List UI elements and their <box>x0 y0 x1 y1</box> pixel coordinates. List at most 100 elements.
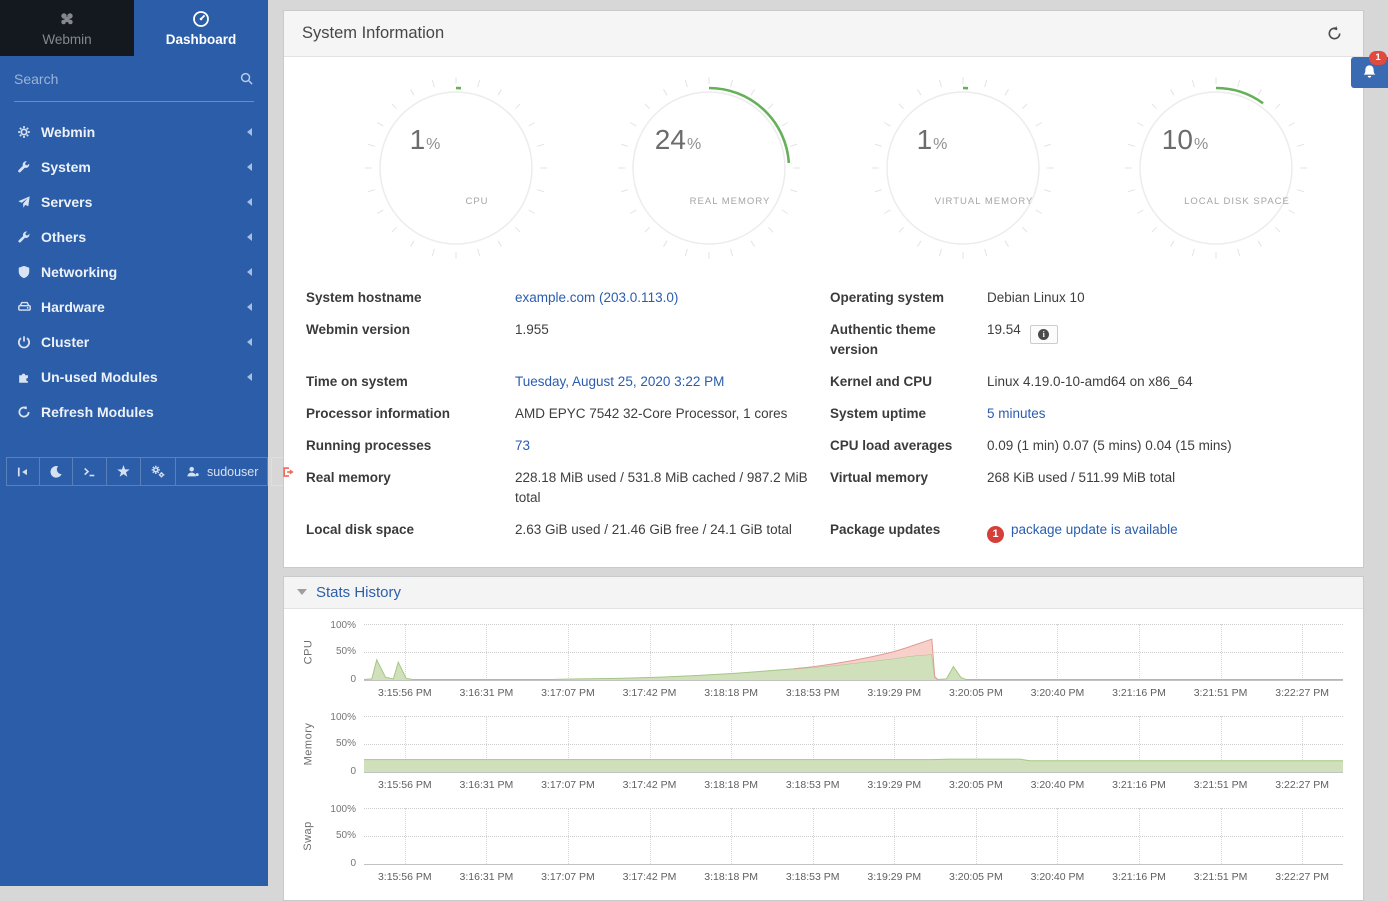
sidebar-item-label: Webmin <box>41 124 247 140</box>
sidebar-item-un-used-modules[interactable]: Un-used Modules <box>0 359 268 394</box>
info-value-text: 0.09 (1 min) 0.07 (5 mins) 0.04 (15 mins… <box>987 438 1232 453</box>
tab-dashboard[interactable]: Dashboard <box>134 0 268 56</box>
chart-xtick: 3:20:40 PM <box>1017 871 1099 891</box>
refresh-button[interactable] <box>1324 23 1345 44</box>
sidebar-item-cluster[interactable]: Cluster <box>0 324 268 359</box>
sidebar-item-hardware[interactable]: Hardware <box>0 289 268 324</box>
chart-ytick: 50% <box>336 738 356 749</box>
chart-xtick: 3:19:29 PM <box>853 871 935 891</box>
sidebar-item-system[interactable]: System <box>0 149 268 184</box>
sidebar-item-servers[interactable]: Servers <box>0 184 268 219</box>
stats-charts: CPU 100%50%0 3:15:56 PM3:16:31 PM3:17:07 P… <box>284 609 1363 891</box>
info-value: 0.09 (1 min) 0.07 (5 mins) 0.04 (15 mins… <box>987 436 1341 456</box>
sidebar-menu: Webmin SystemServersOthers Networking Hardw… <box>0 114 268 429</box>
chevron-left-icon <box>247 338 252 346</box>
chart-ytick: 50% <box>336 646 356 657</box>
search-input[interactable] <box>14 71 239 87</box>
chart-xtick: 3:18:18 PM <box>690 687 772 707</box>
webmin-logo-icon <box>58 10 76 28</box>
info-value-link[interactable]: example.com (203.0.113.0) <box>515 290 678 305</box>
collapse-sidebar-button[interactable] <box>6 457 40 486</box>
chart-xtick: 3:17:07 PM <box>527 687 609 707</box>
sidebar-item-others[interactable]: Others <box>0 219 268 254</box>
chart-xtick: 3:17:42 PM <box>609 687 691 707</box>
dashboard-gauge-icon <box>192 10 210 28</box>
refresh-icon <box>15 405 33 419</box>
info-value: Tuesday, August 25, 2020 3:22 PM <box>515 372 830 392</box>
gauge-cpu: 1%CPU <box>361 73 551 263</box>
theme-settings-button[interactable] <box>141 457 176 486</box>
chart-xtick: 3:21:51 PM <box>1180 779 1262 799</box>
chevron-left-icon <box>247 233 252 241</box>
stats-chart-swap: Swap100%50%03:15:56 PM3:16:31 PM3:17:07 … <box>298 808 1343 891</box>
theme-info-button[interactable]: i <box>1030 325 1058 344</box>
chart-xaxis: 3:15:56 PM3:16:31 PM3:17:07 PM3:17:42 PM… <box>364 865 1343 891</box>
chart-plot-memory <box>364 716 1343 773</box>
search-icon[interactable] <box>239 71 254 86</box>
refresh-icon <box>1326 25 1343 42</box>
stats-chart-cpu: CPU100%50%03:15:56 PM3:16:31 PM3:17:07 P… <box>298 624 1343 707</box>
system-information-panel: System Information 1%CPU24%REAL MEMORY1%… <box>283 10 1364 568</box>
info-label: Webmin version <box>306 320 515 360</box>
user-menu-button[interactable]: sudouser <box>176 457 268 486</box>
shield-icon <box>15 265 33 279</box>
info-value-link[interactable]: package update is available <box>1011 522 1178 537</box>
chart-ytick: 0 <box>350 766 356 777</box>
info-value-link[interactable]: 73 <box>515 438 530 453</box>
chart-xtick: 3:18:18 PM <box>690 871 772 891</box>
stats-history-panel: Stats History CPU 100%50%0 3:15:56 PM3:16:… <box>283 576 1364 901</box>
tab-webmin[interactable]: Webmin <box>0 0 134 56</box>
gears-icon <box>150 464 166 479</box>
chart-xtick: 3:16:31 PM <box>446 871 528 891</box>
stats-chart-memory: Memory100%50%03:15:56 PM3:16:31 PM3:17:0… <box>298 716 1343 799</box>
info-value-text: Linux 4.19.0-10-amd64 on x86_64 <box>987 374 1193 389</box>
chart-ylabel-cpu: CPU <box>298 624 318 681</box>
chart-xtick: 3:19:29 PM <box>853 687 935 707</box>
night-mode-button[interactable] <box>40 457 73 486</box>
sidebar-tabs: Webmin Dashboard <box>0 0 268 56</box>
logout-icon <box>281 465 296 479</box>
sidebar-item-label: Networking <box>41 264 247 280</box>
chart-xtick: 3:20:05 PM <box>935 779 1017 799</box>
info-value-link[interactable]: Tuesday, August 25, 2020 3:22 PM <box>515 374 724 389</box>
info-value: Debian Linux 10 <box>987 288 1341 308</box>
chart-xtick: 3:16:31 PM <box>446 687 528 707</box>
chart-xtick: 3:22:27 PM <box>1261 779 1343 799</box>
gauge-label: VIRTUAL MEMORY <box>934 196 1033 207</box>
gear-icon <box>15 125 33 139</box>
logout-button[interactable] <box>271 457 306 486</box>
info-label: Real memory <box>306 468 515 508</box>
sidebar-item-webmin[interactable]: Webmin <box>0 114 268 149</box>
chart-xtick: 3:21:16 PM <box>1098 871 1180 891</box>
chart-xtick: 3:20:05 PM <box>935 687 1017 707</box>
info-value: 228.18 MiB used / 531.8 MiB cached / 987… <box>515 468 830 508</box>
paper-plane-icon <box>15 195 33 209</box>
chevron-left-icon <box>247 303 252 311</box>
stats-history-header[interactable]: Stats History <box>284 577 1363 609</box>
sidebar-item-refresh-modules[interactable]: Refresh Modules <box>0 394 268 429</box>
gauge-local-disk-space: 10%LOCAL DISK SPACE <box>1121 73 1311 263</box>
system-information-body: 1%CPU24%REAL MEMORY1%VIRTUAL MEMORY10%LO… <box>284 57 1363 567</box>
chart-xtick: 3:18:53 PM <box>772 871 854 891</box>
terminal-button[interactable] <box>73 457 107 486</box>
info-value: 1.955 <box>515 320 830 360</box>
info-value: example.com (203.0.113.0) <box>515 288 830 308</box>
chart-plot-swap <box>364 808 1343 865</box>
notifications-bell-button[interactable]: 1 <box>1351 57 1388 88</box>
chart-plot-cpu <box>364 624 1343 681</box>
gauges-row: 1%CPU24%REAL MEMORY1%VIRTUAL MEMORY10%LO… <box>306 73 1341 268</box>
info-value-link[interactable]: 5 minutes <box>987 406 1046 421</box>
sidebar-item-networking[interactable]: Networking <box>0 254 268 289</box>
puzzle-icon <box>15 370 33 384</box>
info-label: Local disk space <box>306 520 515 543</box>
info-value: 19.54i <box>987 320 1341 360</box>
chart-xtick: 3:17:07 PM <box>527 871 609 891</box>
chart-yticks: 100%50%0 <box>318 716 364 773</box>
sidebar-item-label: Un-used Modules <box>41 369 247 385</box>
tab-dashboard-label: Dashboard <box>166 32 237 47</box>
info-value-text: 1.955 <box>515 322 549 337</box>
info-value: 5 minutes <box>987 404 1341 424</box>
info-value: Linux 4.19.0-10-amd64 on x86_64 <box>987 372 1341 392</box>
chart-xtick: 3:18:53 PM <box>772 687 854 707</box>
favorites-button[interactable] <box>107 457 141 486</box>
